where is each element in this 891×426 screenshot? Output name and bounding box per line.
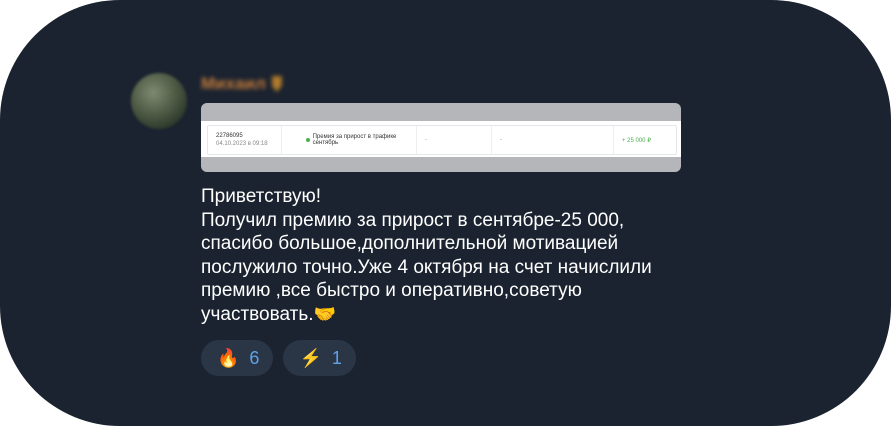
reaction-fire[interactable]: 🔥 6: [201, 340, 274, 376]
transaction-strip: 22786095 04.10.2023 в 09:18 Премия за пр…: [201, 121, 681, 157]
fire-icon: 🔥: [217, 348, 240, 368]
description-line2: сентябрь: [312, 140, 339, 146]
reactions-bar: 🔥 6 ⚡ 1: [201, 340, 356, 376]
avatar[interactable]: [131, 73, 187, 129]
transaction-description-cell: Премия за прирост в трафике сентябрь: [282, 126, 417, 154]
author-name[interactable]: Михаил: [201, 74, 282, 94]
message-body: Приветствую! Получил премию за прирост в…: [201, 186, 652, 325]
message-bubble: Михаил 22786095 04.10.2023 в 09:18 Преми…: [0, 0, 891, 426]
reaction-count: 1: [331, 347, 342, 368]
transaction-id-cell: 22786095 04.10.2023 в 09:18: [208, 126, 282, 154]
author-label: Михаил: [201, 74, 266, 93]
col4-cell: -: [492, 126, 614, 154]
reaction-lightning[interactable]: ⚡ 1: [283, 340, 356, 376]
handshake-icon: 🤝: [313, 303, 336, 324]
message-text: Приветствую! Получил премию за прирост в…: [201, 185, 681, 326]
col3-value: -: [425, 137, 427, 143]
status-dot-icon: [305, 138, 310, 142]
col4-value: -: [500, 137, 502, 143]
attachment-image[interactable]: 22786095 04.10.2023 в 09:18 Премия за пр…: [201, 103, 681, 172]
transaction-row: 22786095 04.10.2023 в 09:18 Премия за пр…: [207, 125, 677, 155]
amount-cell: + 25 000 ₽: [614, 126, 676, 154]
amount-value: + 25 000 ₽: [622, 137, 652, 144]
lightning-icon: ⚡: [299, 348, 322, 368]
reaction-count: 6: [249, 347, 260, 368]
badge-icon: [271, 76, 282, 92]
operation-datetime: 04.10.2023 в 09:18: [216, 141, 268, 147]
operation-id: 22786095: [216, 133, 243, 139]
col3-cell: -: [417, 126, 492, 154]
